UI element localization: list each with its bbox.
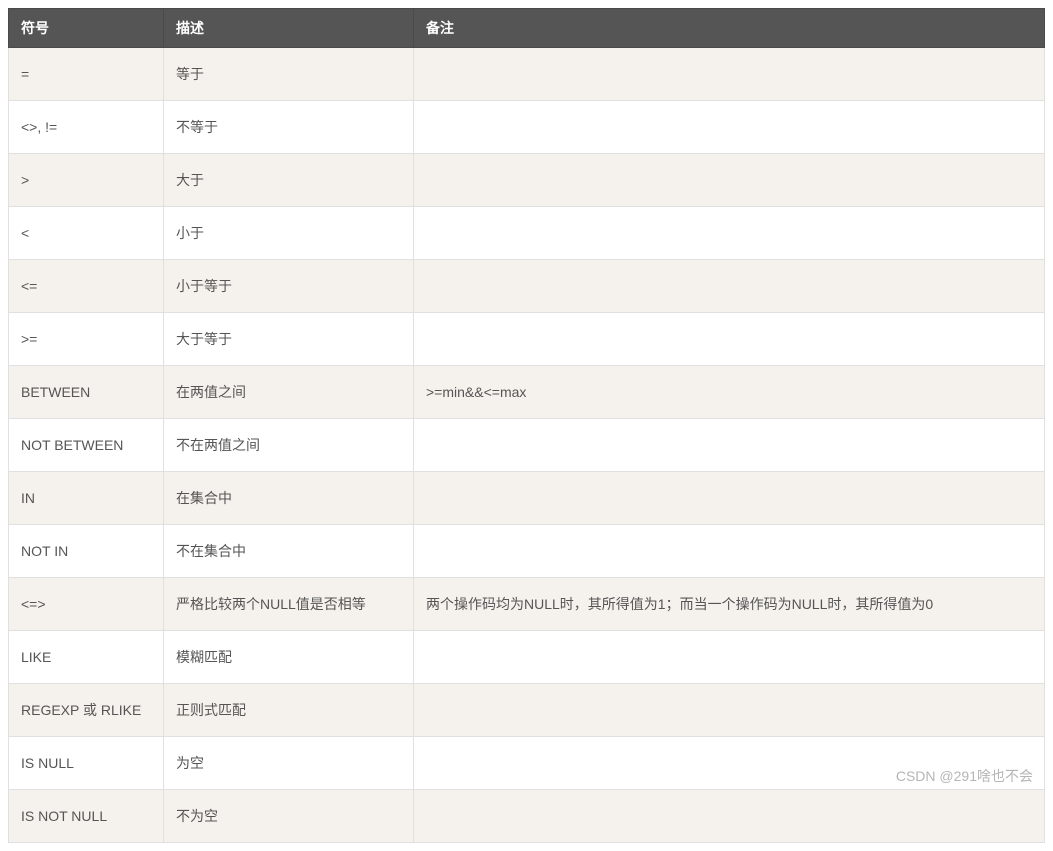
- operators-table: 符号 描述 备注 =等于<>, !=不等于>大于<小于<=小于等于>=大于等于B…: [8, 8, 1045, 843]
- header-symbol: 符号: [9, 9, 164, 48]
- cell-desc: 严格比较两个NULL值是否相等: [164, 578, 414, 631]
- cell-note: [414, 737, 1045, 790]
- cell-symbol: >: [9, 154, 164, 207]
- cell-symbol: =: [9, 48, 164, 101]
- cell-note: [414, 790, 1045, 843]
- cell-symbol: IN: [9, 472, 164, 525]
- cell-symbol: <=>: [9, 578, 164, 631]
- cell-desc: 小于等于: [164, 260, 414, 313]
- cell-symbol: IS NULL: [9, 737, 164, 790]
- cell-note: [414, 207, 1045, 260]
- table-row: <=>严格比较两个NULL值是否相等两个操作码均为NULL时，其所得值为1；而当…: [9, 578, 1045, 631]
- table-row: >大于: [9, 154, 1045, 207]
- table-row: <小于: [9, 207, 1045, 260]
- cell-symbol: NOT BETWEEN: [9, 419, 164, 472]
- cell-desc: 大于等于: [164, 313, 414, 366]
- cell-note: [414, 48, 1045, 101]
- cell-note: [414, 419, 1045, 472]
- table-row: NOT BETWEEN不在两值之间: [9, 419, 1045, 472]
- cell-desc: 不在两值之间: [164, 419, 414, 472]
- cell-note: [414, 101, 1045, 154]
- cell-desc: 不为空: [164, 790, 414, 843]
- cell-desc: 大于: [164, 154, 414, 207]
- table-row: =等于: [9, 48, 1045, 101]
- cell-symbol: <=: [9, 260, 164, 313]
- header-desc: 描述: [164, 9, 414, 48]
- table-row: >=大于等于: [9, 313, 1045, 366]
- table-row: REGEXP 或 RLIKE正则式匹配: [9, 684, 1045, 737]
- table-row: LIKE模糊匹配: [9, 631, 1045, 684]
- table-header: 符号 描述 备注: [9, 9, 1045, 48]
- table-row: BETWEEN在两值之间>=min&&<=max: [9, 366, 1045, 419]
- table-row: IS NOT NULL不为空: [9, 790, 1045, 843]
- cell-desc: 不等于: [164, 101, 414, 154]
- table-row: IS NULL为空: [9, 737, 1045, 790]
- table-body: =等于<>, !=不等于>大于<小于<=小于等于>=大于等于BETWEEN在两值…: [9, 48, 1045, 843]
- cell-desc: 在两值之间: [164, 366, 414, 419]
- cell-symbol: BETWEEN: [9, 366, 164, 419]
- cell-note: [414, 631, 1045, 684]
- cell-symbol: >=: [9, 313, 164, 366]
- cell-desc: 小于: [164, 207, 414, 260]
- cell-symbol: <: [9, 207, 164, 260]
- cell-desc: 在集合中: [164, 472, 414, 525]
- cell-desc: 模糊匹配: [164, 631, 414, 684]
- cell-symbol: LIKE: [9, 631, 164, 684]
- table-row: NOT IN不在集合中: [9, 525, 1045, 578]
- cell-note: [414, 154, 1045, 207]
- cell-desc: 等于: [164, 48, 414, 101]
- cell-note: [414, 684, 1045, 737]
- cell-symbol: REGEXP 或 RLIKE: [9, 684, 164, 737]
- table-row: IN在集合中: [9, 472, 1045, 525]
- cell-note: >=min&&<=max: [414, 366, 1045, 419]
- cell-note: [414, 472, 1045, 525]
- table-row: <>, !=不等于: [9, 101, 1045, 154]
- cell-note: [414, 313, 1045, 366]
- cell-symbol: <>, !=: [9, 101, 164, 154]
- cell-note: [414, 260, 1045, 313]
- cell-symbol: NOT IN: [9, 525, 164, 578]
- cell-note: 两个操作码均为NULL时，其所得值为1；而当一个操作码为NULL时，其所得值为0: [414, 578, 1045, 631]
- cell-symbol: IS NOT NULL: [9, 790, 164, 843]
- table-row: <=小于等于: [9, 260, 1045, 313]
- cell-desc: 不在集合中: [164, 525, 414, 578]
- header-note: 备注: [414, 9, 1045, 48]
- cell-desc: 正则式匹配: [164, 684, 414, 737]
- cell-desc: 为空: [164, 737, 414, 790]
- cell-note: [414, 525, 1045, 578]
